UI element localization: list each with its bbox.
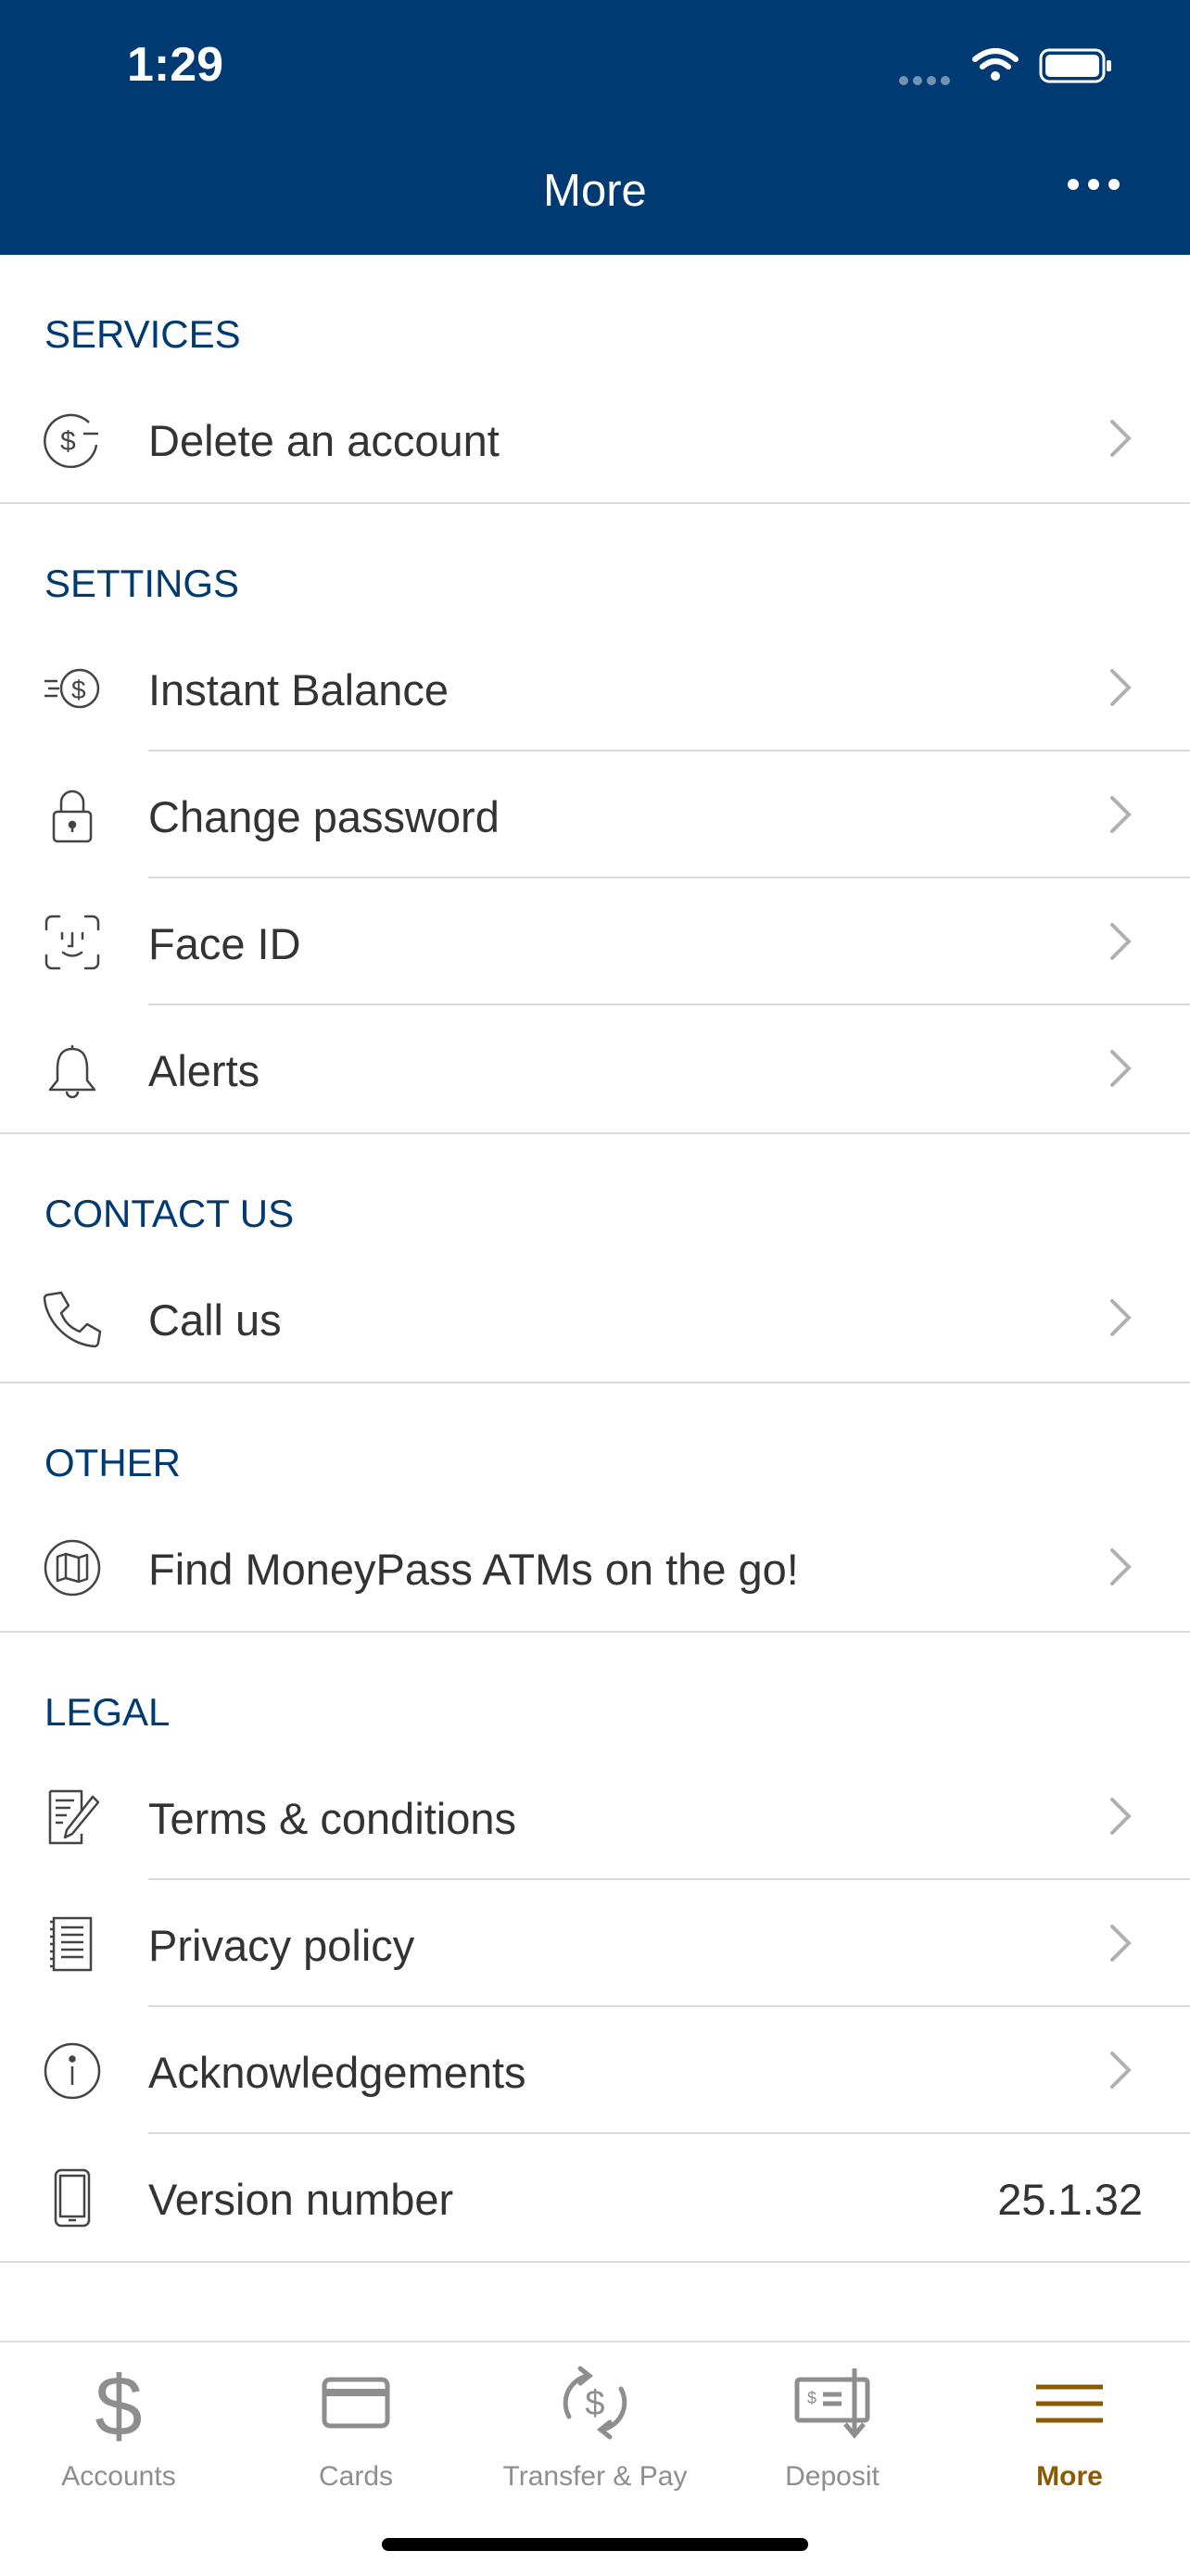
chevron-right-icon <box>1110 923 1132 960</box>
map-icon <box>43 1538 102 1597</box>
section-header-other: OTHER <box>44 1441 181 1484</box>
chevron-right-icon <box>1110 1798 1132 1835</box>
chevron-right-icon <box>1110 1050 1132 1087</box>
chevron-right-icon <box>1110 1925 1132 1962</box>
chevron-right-icon <box>1110 669 1132 706</box>
version-value: 25.1.32 <box>997 2175 1143 2224</box>
tab-label: Deposit <box>785 2461 880 2492</box>
settings-list: SERVICES $ Delete an account SETTINGS $ … <box>0 255 1190 2263</box>
header-bar: 1:29 More <box>0 0 1190 255</box>
tab-deposit[interactable]: $ Deposit <box>714 2342 951 2492</box>
tab-label: Transfer & Pay <box>502 2461 688 2492</box>
row-terms-conditions[interactable]: Terms & conditions <box>0 1753 1190 1880</box>
info-icon <box>43 2041 102 2101</box>
row-privacy-policy[interactable]: Privacy policy <box>0 1880 1190 2007</box>
home-indicator[interactable] <box>382 2538 808 2551</box>
row-label: Call us <box>148 1295 282 1345</box>
row-delete-account[interactable]: $ Delete an account <box>0 375 1190 502</box>
menu-icon <box>1023 2361 1116 2444</box>
chevron-right-icon <box>1110 1299 1132 1336</box>
row-label: Acknowledgements <box>148 2048 526 2097</box>
section-header-services: SERVICES <box>44 312 241 356</box>
row-change-password[interactable]: Change password <box>0 751 1190 878</box>
section-header-contact-us: CONTACT US <box>44 1192 295 1235</box>
svg-text:$: $ <box>585 2384 604 2423</box>
more-options-button[interactable] <box>1068 179 1120 190</box>
phone-icon <box>43 1289 102 1348</box>
row-face-id[interactable]: Face ID <box>0 878 1190 1005</box>
check-deposit-icon: $ <box>786 2361 879 2444</box>
wifi-icon <box>972 48 1019 81</box>
chevron-right-icon <box>1110 2052 1132 2089</box>
phone-device-icon <box>43 2168 102 2228</box>
dollar-icon: $ <box>72 2361 165 2444</box>
document-pen-icon <box>43 1787 102 1847</box>
tab-accounts[interactable]: $ Accounts <box>0 2342 237 2492</box>
cellular-signal-icon <box>899 73 955 90</box>
row-label: Version number <box>148 2175 454 2224</box>
row-acknowledgements[interactable]: Acknowledgements <box>0 2007 1190 2134</box>
row-label: Privacy policy <box>148 1921 415 1970</box>
row-label: Alerts <box>148 1046 260 1095</box>
svg-text:$: $ <box>95 2361 142 2444</box>
svg-text:$: $ <box>807 2389 817 2407</box>
row-alerts[interactable]: Alerts <box>0 1005 1190 1132</box>
status-time: 1:29 <box>127 38 224 92</box>
row-label: Instant Balance <box>148 665 449 714</box>
svg-text:$: $ <box>60 426 76 457</box>
dollar-circle-icon: $ <box>43 410 102 469</box>
row-label: Face ID <box>148 919 301 968</box>
section-header-legal: LEGAL <box>44 1690 171 1734</box>
divider <box>0 2261 1190 2263</box>
battery-icon <box>1039 48 1111 83</box>
page-title: More <box>543 166 647 216</box>
row-version-number: Version number 25.1.32 <box>0 2134 1190 2261</box>
tab-more[interactable]: More <box>951 2342 1188 2492</box>
bell-icon <box>43 1040 102 1099</box>
lock-icon <box>43 786 102 845</box>
row-call-us[interactable]: Call us <box>0 1255 1190 1382</box>
row-instant-balance[interactable]: $ Instant Balance <box>0 625 1190 751</box>
document-icon <box>43 1914 102 1974</box>
chevron-right-icon <box>1110 796 1132 833</box>
tab-label: Accounts <box>61 2461 176 2492</box>
row-label: Terms & conditions <box>148 1794 517 1843</box>
row-label: Delete an account <box>148 416 500 465</box>
fast-dollar-icon: $ <box>43 659 102 718</box>
chevron-right-icon <box>1110 1548 1132 1585</box>
tab-transfer-pay[interactable]: $ Transfer & Pay <box>476 2342 714 2492</box>
tab-label: More <box>1036 2461 1103 2492</box>
svg-text:$: $ <box>71 676 86 704</box>
row-label: Change password <box>148 792 500 841</box>
section-header-settings: SETTINGS <box>44 562 240 605</box>
row-label: Find MoneyPass ATMs on the go! <box>148 1545 799 1594</box>
row-find-atms[interactable]: Find MoneyPass ATMs on the go! <box>0 1504 1190 1631</box>
tab-cards[interactable]: Cards <box>237 2342 475 2492</box>
chevron-right-icon <box>1110 420 1132 457</box>
face-id-icon <box>43 913 102 972</box>
card-icon <box>310 2361 402 2444</box>
transfer-icon: $ <box>549 2361 641 2444</box>
tab-label: Cards <box>318 2461 394 2492</box>
